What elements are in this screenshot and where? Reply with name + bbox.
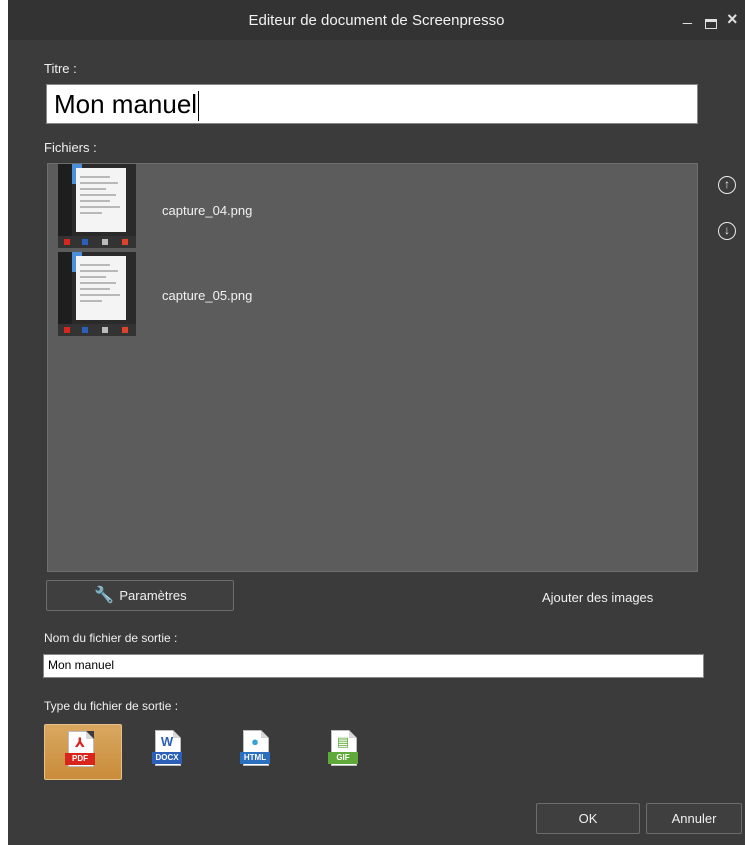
close-icon[interactable]: × <box>727 9 738 30</box>
title-label: Titre : <box>44 61 77 76</box>
pdf-file-icon: ⅄ PDF <box>65 731 98 769</box>
type-option-docx[interactable]: W DOCX <box>132 724 210 780</box>
add-images-button[interactable]: Ajouter des images <box>542 590 653 605</box>
files-label: Fichiers : <box>44 140 97 155</box>
text-caret <box>198 91 200 122</box>
file-thumbnail <box>58 164 136 248</box>
settings-button[interactable]: 🔧 Paramètres <box>46 580 234 611</box>
file-name: capture_04.png <box>162 203 253 218</box>
maximize-icon[interactable] <box>705 19 717 29</box>
title-bar[interactable]: Editeur de document de Screenpresso _ × <box>8 0 745 40</box>
cancel-button[interactable]: Annuler <box>646 803 742 834</box>
minimize-icon[interactable]: _ <box>683 8 692 26</box>
list-item[interactable]: capture_04.png <box>58 164 658 248</box>
output-name-label: Nom du fichier de sortie : <box>44 631 178 645</box>
output-type-label: Type du fichier de sortie : <box>44 699 179 713</box>
window-title: Editeur de document de Screenpresso <box>248 12 505 29</box>
html-file-icon: ● HTML <box>240 730 273 768</box>
move-up-icon[interactable]: ↑ <box>718 176 736 194</box>
type-option-html[interactable]: ● HTML <box>220 724 298 780</box>
title-input[interactable]: Mon manuel <box>46 84 698 124</box>
gif-file-icon: ▤ GIF <box>328 730 361 768</box>
type-option-gif[interactable]: ▤ GIF <box>308 724 386 780</box>
list-item[interactable]: capture_05.png <box>58 252 658 336</box>
files-list[interactable]: capture_04.png capture_05.png <box>47 163 698 572</box>
file-thumbnail <box>58 252 136 336</box>
move-down-icon[interactable]: ↓ <box>718 222 736 240</box>
output-name-field[interactable]: Mon manuel <box>43 654 704 678</box>
document-editor-window: Editeur de document de Screenpresso _ × … <box>8 0 745 845</box>
file-name: capture_05.png <box>162 288 253 303</box>
type-option-pdf[interactable]: ⅄ PDF <box>44 724 122 780</box>
ok-button[interactable]: OK <box>536 803 640 834</box>
docx-file-icon: W DOCX <box>152 730 185 768</box>
wrench-icon: 🔧 <box>94 587 115 604</box>
settings-label: Paramètres <box>119 588 187 603</box>
title-value: Mon manuel <box>54 89 198 119</box>
